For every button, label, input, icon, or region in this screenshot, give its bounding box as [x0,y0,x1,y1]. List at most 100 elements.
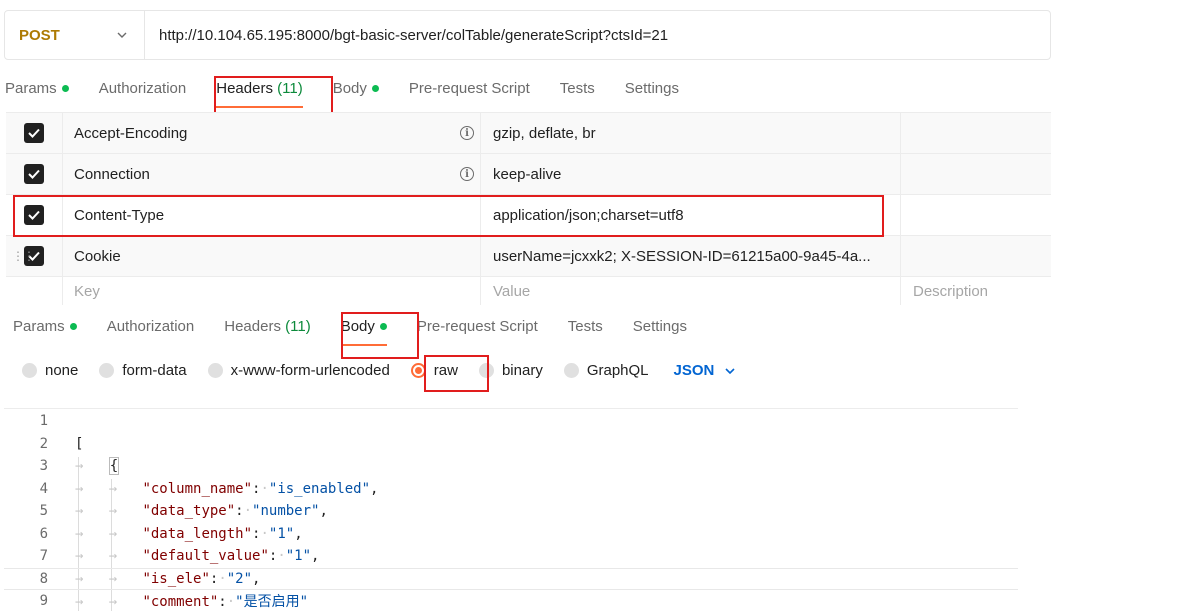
body-type-urlencoded[interactable]: x-www-form-urlencoded [207,362,390,379]
code-text: → → "default_value":·"1", [75,548,320,565]
header-key-text: Cookie [74,247,121,265]
header-key[interactable]: Connection i [63,154,481,194]
headers-table: Accept-Encoding i gzip, deflate, br Conne… [6,112,1051,305]
drag-handle-icon[interactable]: ⋮⋮ [12,250,35,262]
tab-label: Params [5,80,57,97]
table-row: ⋮⋮ Cookie userName=jcxxk2; X-SESSION-ID=… [6,236,1051,277]
code-text: → { [75,457,120,476]
tab-label: Authorization [106,318,195,335]
info-icon[interactable]: i [460,167,474,181]
table-row-empty: Key Value Description [6,277,1051,305]
header-description[interactable] [901,154,1051,194]
method-select[interactable]: POST [5,11,145,59]
radio-button[interactable] [99,363,115,378]
line-number: 4 [39,480,48,497]
body-type-label: form-data [122,362,187,379]
tab-label: Settings [632,318,687,335]
code-text: → → "data_length":·"1", [75,525,303,542]
header-description[interactable] [901,195,1051,235]
status-dot [61,84,69,92]
line-number: 8 [39,570,48,587]
row-checkbox[interactable] [24,123,44,143]
header-description[interactable] [901,236,1051,276]
code-text: → → "comment":·"是否启用" [75,594,309,611]
header-value[interactable]: application/json;charset=utf8 [481,195,901,235]
body-type-graphql[interactable]: GraphQL [563,362,649,379]
code-line: 3 → { [4,455,1018,478]
active-tab-underline [216,106,303,108]
radio-button-selected[interactable] [410,363,426,378]
tab-count: (11) [285,318,311,335]
radio-button[interactable] [207,363,223,378]
request-tabs-bottom: Params Authorization Headers (11) Body P… [13,318,717,346]
check-icon [28,128,40,138]
header-value[interactable]: keep-alive [481,154,901,194]
url-input[interactable]: http://10.104.65.195:8000/bgt-basic-serv… [145,27,668,44]
tab-headers[interactable]: Headers (11) [216,80,303,108]
radio-button[interactable] [478,363,494,378]
radio-button[interactable] [22,363,37,378]
code-line: 7 → → "default_value":·"1", [4,545,1018,568]
code-line: 9 → → "comment":·"是否启用" [4,590,1018,611]
body-type-label: x-www-form-urlencoded [230,362,390,379]
row-checkbox[interactable] [24,205,44,225]
active-tab-underline [340,344,387,346]
code-text: → → "column_name":·"is_enabled", [75,480,379,497]
header-key[interactable]: Content-Type [63,195,481,235]
line-number: 2 [39,435,48,452]
tab-settings[interactable]: Settings [633,318,687,335]
header-key-text: Connection [74,165,150,183]
body-format-dropdown[interactable]: JSON [674,362,737,379]
line-number: 5 [39,503,48,520]
tab-authorization[interactable]: Authorization [107,318,195,335]
status-dot [379,322,387,330]
header-value[interactable]: userName=jcxxk2; X-SESSION-ID=61215a00-9… [481,236,901,276]
value-placeholder[interactable]: Value [481,277,901,305]
body-type-options: none form-data x-www-form-urlencoded raw… [22,362,736,379]
table-row: Connection i keep-alive [6,154,1051,195]
body-type-label: none [45,362,79,379]
tab-tests[interactable]: Tests [560,80,595,97]
key-placeholder[interactable]: Key [63,277,481,305]
tab-label: Params [13,318,65,335]
check-icon [28,210,40,220]
info-icon[interactable]: i [460,126,474,140]
body-type-form-data[interactable]: form-data [99,362,187,379]
tab-label: Pre-request Script [408,80,530,97]
tab-label: Body [340,318,375,335]
table-row: Accept-Encoding i gzip, deflate, br [6,113,1051,154]
tab-label: Headers [224,318,281,335]
tab-authorization[interactable]: Authorization [99,80,187,97]
tab-body[interactable]: Body [333,80,379,97]
tab-params[interactable]: Params [5,80,69,97]
body-type-binary[interactable]: binary [478,362,543,379]
header-key[interactable]: Accept-Encoding i [63,113,481,153]
line-number: 3 [39,458,48,475]
code-editor[interactable]: 1 2 [ 3 → { 4 → → "column_name":·"is_ena… [4,408,1018,611]
tab-label: Authorization [98,80,187,97]
row-checkbox[interactable] [24,164,44,184]
line-number: 6 [39,525,48,542]
body-type-none[interactable]: none [22,362,78,379]
body-type-raw[interactable]: raw [410,362,458,379]
tab-pre-request-script[interactable]: Pre-request Script [417,318,538,335]
radio-button[interactable] [563,363,579,378]
tab-pre-request-script[interactable]: Pre-request Script [409,80,530,97]
header-key[interactable]: Cookie [63,236,481,276]
code-text: → → "data_type":·"number", [75,503,328,520]
check-icon [28,169,40,179]
tab-settings[interactable]: Settings [625,80,679,97]
tab-body[interactable]: Body [340,318,387,346]
header-value[interactable]: gzip, deflate, br [481,113,901,153]
description-placeholder[interactable]: Description [901,277,1051,305]
tab-params[interactable]: Params [13,318,77,335]
table-row: Content-Type application/json;charset=ut… [6,195,1051,236]
code-line-current: 8 → → "is_ele":·"2", [4,567,1018,590]
header-description[interactable] [901,113,1051,153]
line-number: 7 [39,548,48,565]
tab-headers[interactable]: Headers (11) [224,318,310,335]
tab-label: Pre-request Script [416,318,538,335]
status-dot [69,322,77,330]
tab-tests[interactable]: Tests [568,318,603,335]
body-type-label: raw [433,362,458,379]
